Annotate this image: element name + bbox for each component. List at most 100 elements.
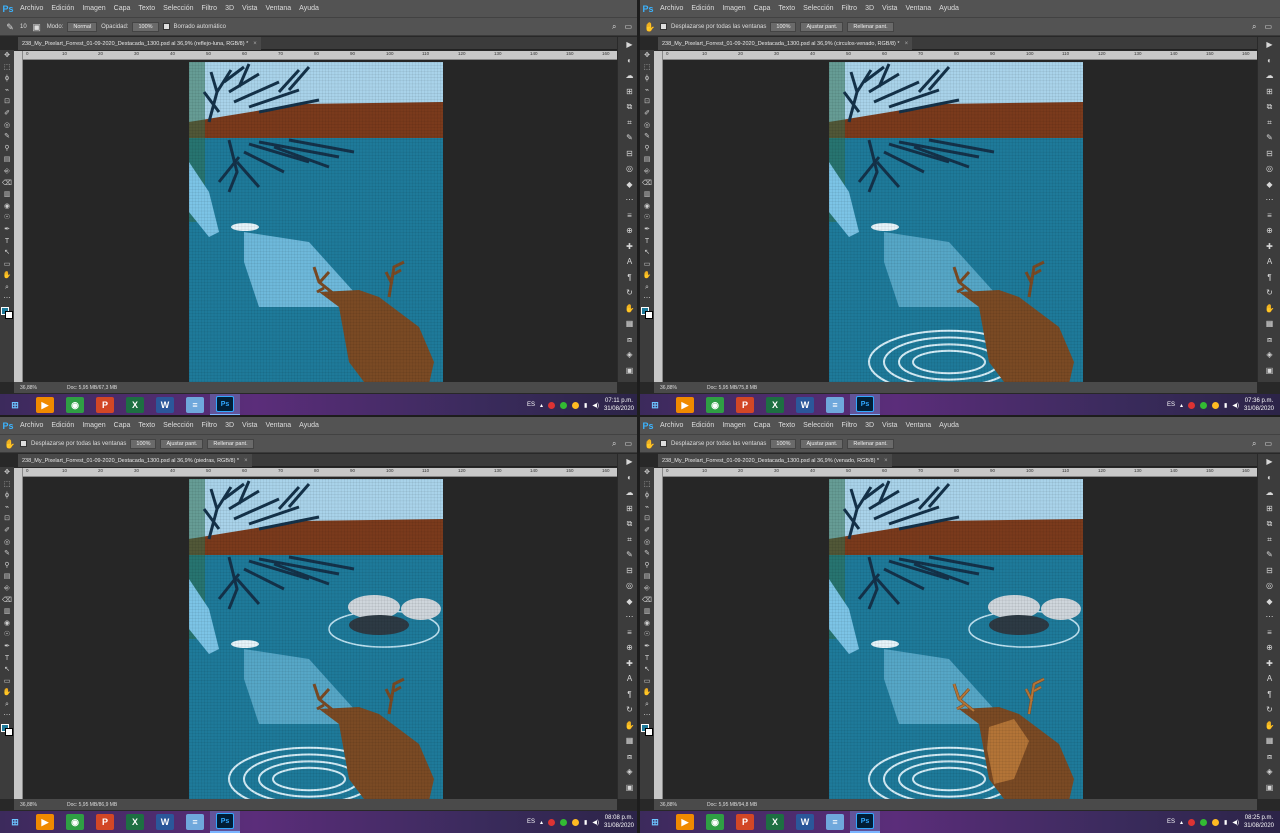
- history-panel-icon[interactable]: ↻: [1258, 285, 1280, 301]
- cross-panel-icon[interactable]: ✚: [1258, 656, 1280, 672]
- zoom-100-button[interactable]: 100%: [130, 438, 157, 449]
- grid-panel-icon[interactable]: ⌗: [1258, 532, 1280, 548]
- type-tool-icon[interactable]: T: [0, 236, 14, 248]
- menu-3[interactable]: Capa: [750, 5, 775, 12]
- menu-10[interactable]: Ayuda: [295, 5, 323, 12]
- zoom-level[interactable]: 36,88%: [660, 802, 677, 808]
- security-icon[interactable]: [560, 401, 568, 409]
- zoom-level[interactable]: 36,88%: [20, 802, 37, 808]
- taskbar-app-button[interactable]: X: [760, 811, 790, 833]
- eraser-tool-icon[interactable]: ⌫: [0, 178, 14, 190]
- close-icon[interactable]: ×: [253, 41, 257, 47]
- eraser-alt-tool-icon[interactable]: ⎆: [640, 583, 654, 595]
- path-select-tool-icon[interactable]: ↖: [0, 247, 14, 259]
- hand-tool-icon[interactable]: ✋: [640, 270, 654, 282]
- dodge-tool-icon[interactable]: ☉: [640, 212, 654, 224]
- taskbar-app-button[interactable]: Ps: [850, 394, 880, 416]
- document-info[interactable]: Doc: 5,95 MB/67,3 MB: [67, 385, 117, 391]
- stamp-tool-icon[interactable]: ⚲: [0, 143, 14, 155]
- taskbar-app-button[interactable]: ▶: [30, 811, 60, 833]
- menu-6[interactable]: Filtro: [198, 5, 222, 12]
- hand-tool-icon[interactable]: ✋: [0, 687, 14, 699]
- menu-1[interactable]: Edición: [47, 422, 78, 429]
- move-tool-icon[interactable]: ✥: [640, 467, 654, 479]
- gradient-tool-icon[interactable]: ▥: [640, 606, 654, 618]
- workspace-icon[interactable]: ▭: [624, 22, 632, 32]
- taskbar-app-button[interactable]: ≡: [820, 811, 850, 833]
- move-tool-icon[interactable]: ✥: [0, 467, 14, 479]
- security-icon[interactable]: [1200, 401, 1208, 409]
- zoom-tool-icon[interactable]: ⌕: [0, 282, 14, 294]
- language-indicator[interactable]: ES: [1167, 402, 1175, 408]
- start-button[interactable]: ⊞: [640, 811, 670, 833]
- menu-1[interactable]: Edición: [687, 5, 718, 12]
- start-button[interactable]: ⊞: [0, 394, 30, 416]
- start-button[interactable]: ⊞: [640, 394, 670, 416]
- hand-tool-icon[interactable]: ✋: [644, 21, 656, 33]
- eyedropper-tool-icon[interactable]: ✐: [640, 108, 654, 120]
- character-panel-icon[interactable]: A: [1258, 671, 1280, 687]
- menu-7[interactable]: 3D: [861, 422, 878, 429]
- info-panel-icon[interactable]: ▣: [1258, 363, 1280, 379]
- document-info[interactable]: Doc: 5,95 MB/75,8 MB: [707, 385, 757, 391]
- close-icon[interactable]: ×: [244, 458, 248, 464]
- menu-6[interactable]: Filtro: [838, 5, 862, 12]
- menu-3[interactable]: Capa: [110, 5, 135, 12]
- adjust-panel-icon[interactable]: ◐: [1258, 53, 1280, 69]
- eyedropper-tool-icon[interactable]: ✐: [640, 525, 654, 537]
- search-icon[interactable]: ⌕: [1252, 22, 1256, 32]
- zoom-100-button[interactable]: 100%: [770, 21, 797, 32]
- chevron-up-icon[interactable]: ▴: [540, 402, 543, 409]
- fit-screen-button[interactable]: Ajustar pant.: [800, 438, 844, 449]
- mode-select[interactable]: Normal: [67, 21, 98, 32]
- taskbar-app-button[interactable]: ◉: [60, 394, 90, 416]
- hand-tool-icon[interactable]: ✋: [640, 687, 654, 699]
- swatches-panel-icon[interactable]: ⊞: [1258, 84, 1280, 100]
- zoom-tool-icon[interactable]: ⌕: [640, 282, 654, 294]
- menu-2[interactable]: Imagen: [718, 422, 749, 429]
- menu-4[interactable]: Texto: [134, 422, 159, 429]
- menu-7[interactable]: 3D: [221, 5, 238, 12]
- canvas-workspace[interactable]: [663, 477, 1257, 801]
- document-tab[interactable]: 238_My_Pixelart_Forrest_01-09-2020_Desta…: [18, 454, 252, 467]
- brush-tool-icon[interactable]: ✎: [0, 131, 14, 143]
- taskbar-app-button[interactable]: ≡: [820, 394, 850, 416]
- dodge-tool-icon[interactable]: ☉: [0, 212, 14, 224]
- history-brush-tool-icon[interactable]: ▤: [640, 154, 654, 166]
- menu-6[interactable]: Filtro: [838, 422, 862, 429]
- pen-tool-icon[interactable]: ✒: [640, 224, 654, 236]
- taskbar-app-button[interactable]: Ps: [210, 811, 240, 833]
- hand-panel-icon[interactable]: ✋: [1258, 301, 1280, 317]
- fit-screen-button[interactable]: Ajustar pant.: [800, 21, 844, 32]
- more-panel-icon[interactable]: ⋯: [1258, 609, 1280, 625]
- history-brush-tool-icon[interactable]: ▤: [0, 571, 14, 583]
- more-panel-icon[interactable]: ⋯: [1258, 192, 1280, 208]
- horizontal-ruler[interactable]: 0 10 20 30 40 50 60 70 80 90 100 110 120 130 140 150 160: [18, 51, 617, 60]
- menu-9[interactable]: Ventana: [901, 5, 935, 12]
- play-panel-icon[interactable]: ▶: [1258, 454, 1280, 470]
- shape-tool-icon[interactable]: ▭: [0, 259, 14, 271]
- shape-tool-icon[interactable]: ▭: [0, 676, 14, 688]
- eraser-alt-tool-icon[interactable]: ⎆: [0, 166, 14, 178]
- menu-7[interactable]: 3D: [861, 5, 878, 12]
- scroll-all-checkbox[interactable]: [660, 440, 667, 447]
- pen-tool-icon[interactable]: ✒: [640, 641, 654, 653]
- path-select-tool-icon[interactable]: ↖: [640, 664, 654, 676]
- taskbar-app-button[interactable]: W: [150, 811, 180, 833]
- menu-9[interactable]: Ventana: [901, 422, 935, 429]
- document-tab[interactable]: 238_My_Pixelart_Forrest_01-09-2020_Desta…: [658, 454, 892, 467]
- libraries-panel-icon[interactable]: ⧉: [1258, 99, 1280, 115]
- clock[interactable]: 08:25 p.m. 31/08/2020: [1244, 814, 1274, 830]
- hand-tool-icon[interactable]: ✋: [644, 438, 656, 450]
- vertical-ruler[interactable]: [14, 468, 23, 799]
- taskbar-app-button[interactable]: W: [150, 394, 180, 416]
- volume-icon[interactable]: ◀): [1232, 819, 1239, 826]
- canvas-workspace[interactable]: [23, 477, 617, 801]
- workspace-icon[interactable]: ▭: [1264, 22, 1272, 32]
- info-panel-icon[interactable]: ▣: [1258, 780, 1280, 796]
- styles-panel-icon[interactable]: ⧈: [1258, 749, 1280, 765]
- background-color[interactable]: [645, 311, 653, 320]
- shape-tool-icon[interactable]: ▭: [640, 676, 654, 688]
- paths-panel-icon[interactable]: ◆: [1258, 177, 1280, 193]
- type-tool-icon[interactable]: T: [640, 236, 654, 248]
